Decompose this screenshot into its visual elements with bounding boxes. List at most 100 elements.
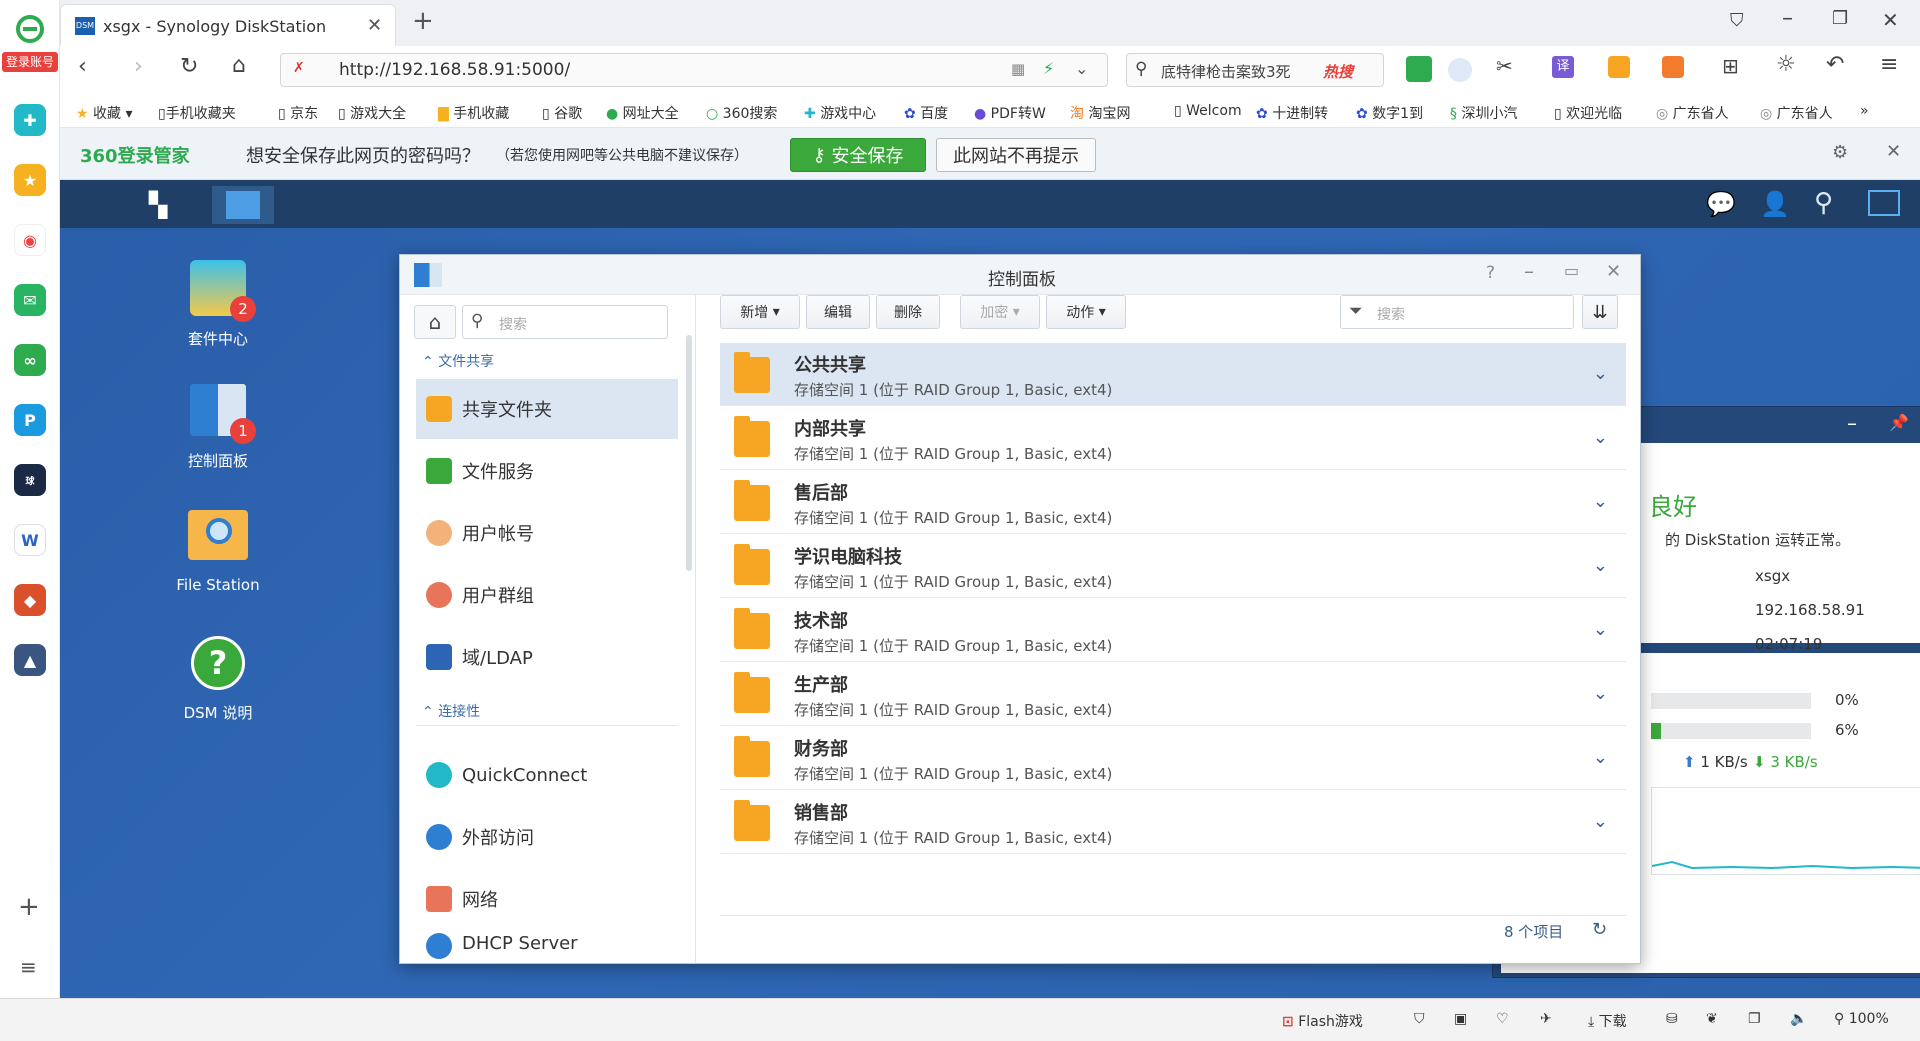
- taskbar-control-panel[interactable]: [212, 186, 274, 224]
- delete-button[interactable]: 删除: [876, 295, 940, 329]
- expand-chevron-icon[interactable]: ⌄: [1593, 683, 1608, 704]
- folder-row[interactable]: 销售部 存储空间 1 (位于 RAID Group 1, Basic, ext4)…: [720, 791, 1626, 854]
- nav-scrollbar[interactable]: [686, 335, 692, 571]
- folder-filter-input[interactable]: ⏷ 搜索: [1340, 295, 1574, 329]
- apps-grid-icon[interactable]: ⊞: [1722, 54, 1739, 78]
- nav-item-dhcp-server[interactable]: DHCP Server: [416, 931, 678, 963]
- heartbeat-icon[interactable]: ♡: [1496, 1011, 1509, 1027]
- menu-list-icon[interactable]: ≡: [20, 955, 37, 979]
- nav-item-group[interactable]: 用户群组: [416, 565, 678, 625]
- leaf-icon[interactable]: ❦: [1706, 1011, 1718, 1027]
- expand-chevron-icon[interactable]: ⌄: [1593, 427, 1608, 448]
- bookmark-item[interactable]: ▯ 欢迎光临: [1554, 103, 1622, 123]
- nav-item-quickconnect[interactable]: QuickConnect: [416, 745, 678, 805]
- zoom-level[interactable]: ⚲ 100%: [1834, 1011, 1889, 1027]
- game-toolbar-icon[interactable]: [1662, 56, 1684, 78]
- home-button[interactable]: ⌂: [414, 305, 456, 339]
- bookmark-item[interactable]: ▇ 手机收藏: [438, 103, 509, 123]
- flash-games-link[interactable]: ⊡ Flash游戏: [1282, 1011, 1363, 1031]
- bookmark-item[interactable]: ▯ 谷歌: [542, 103, 582, 123]
- folder-row[interactable]: 内部共享 存储空间 1 (位于 RAID Group 1, Basic, ext4…: [720, 407, 1626, 470]
- sort-button[interactable]: ⇊: [1582, 295, 1618, 329]
- folder-row[interactable]: 技术部 存储空间 1 (位于 RAID Group 1, Basic, ext4)…: [720, 599, 1626, 662]
- help-icon[interactable]: ?: [1486, 263, 1495, 283]
- nav-item-network[interactable]: 网络: [416, 869, 678, 929]
- bookmark-item[interactable]: ★ 收藏 ▾: [76, 103, 133, 123]
- window-icon[interactable]: ❐: [1748, 1011, 1761, 1027]
- expand-chevron-icon[interactable]: ⌄: [1593, 491, 1608, 512]
- bookmark-item[interactable]: ◎ 广东省人: [1760, 103, 1833, 123]
- tab-close-icon[interactable]: ✕: [367, 15, 382, 36]
- back-icon[interactable]: ‹: [78, 54, 87, 79]
- close-window-icon[interactable]: ✕: [1882, 8, 1899, 32]
- login-logo-icon[interactable]: [6, 14, 54, 44]
- desktop-icon-control-panel[interactable]: 1 控制面板: [148, 384, 288, 471]
- sync-icon[interactable]: ⛁: [1666, 1011, 1678, 1027]
- brightness-icon[interactable]: ☼: [1776, 52, 1796, 77]
- forward-icon[interactable]: ›: [134, 54, 143, 79]
- bookmarks-more[interactable]: »: [1860, 103, 1869, 119]
- mail-icon[interactable]: ✉: [14, 284, 46, 316]
- lightning-icon[interactable]: ⚡: [1043, 59, 1054, 78]
- new-button[interactable]: 新增 ▾: [720, 295, 800, 329]
- close-bar-icon[interactable]: ✕: [1886, 141, 1901, 162]
- nav-item-external-access[interactable]: 外部访问: [416, 807, 678, 867]
- bookmark-item[interactable]: ▯ 京东: [278, 103, 318, 123]
- minimize-icon[interactable]: –: [1782, 6, 1793, 31]
- translate-icon[interactable]: [1448, 58, 1472, 82]
- game2-app-icon[interactable]: ▲: [14, 644, 46, 676]
- main-menu-icon[interactable]: ▚: [116, 186, 200, 224]
- app-link-icon[interactable]: ✚: [14, 104, 46, 136]
- notification-icon[interactable]: 💬: [1706, 190, 1736, 218]
- game-app-icon[interactable]: ◆: [14, 584, 46, 616]
- encrypt-button[interactable]: 加密 ▾: [960, 295, 1040, 329]
- chat-icon[interactable]: ∞: [14, 344, 46, 376]
- widget-minimize-icon[interactable]: –: [1847, 411, 1857, 435]
- download-link[interactable]: ⤓ 下载: [1588, 1011, 1627, 1031]
- nav-item-user[interactable]: 用户帐号: [416, 503, 678, 563]
- shield-app-icon[interactable]: [1608, 56, 1630, 78]
- desktop-icon-dsm-help[interactable]: ? DSM 说明: [148, 636, 288, 723]
- section-header-connectivity[interactable]: ⌃ 连接性: [422, 701, 480, 721]
- search-field[interactable]: ⚲ 底特律枪击案致3死 热搜: [1126, 53, 1384, 87]
- expand-chevron-icon[interactable]: ⌄: [1593, 555, 1608, 576]
- bookmark-item[interactable]: § 深圳小汽: [1450, 103, 1517, 123]
- bookmark-item[interactable]: ▯ Welcom: [1174, 103, 1242, 119]
- nav-search-input[interactable]: ⚲ 搜索: [462, 305, 668, 339]
- shield-status-icon[interactable]: ⛉: [1414, 1011, 1425, 1027]
- search-icon[interactable]: ⚲: [1814, 188, 1833, 218]
- wechat-icon[interactable]: [1406, 56, 1432, 82]
- expand-chevron-icon[interactable]: ⌄: [1593, 747, 1608, 768]
- bookmark-item[interactable]: ◎ 广东省人: [1656, 103, 1729, 123]
- home-icon[interactable]: ⌂: [232, 53, 246, 78]
- settings-gear-icon[interactable]: ⚙: [1832, 142, 1848, 163]
- edit-button[interactable]: 编辑: [806, 295, 870, 329]
- qr-icon[interactable]: ▦: [1011, 60, 1025, 78]
- expand-chevron-icon[interactable]: ⌄: [1593, 811, 1608, 832]
- bookmark-item[interactable]: ○ 360搜索: [706, 103, 777, 123]
- expand-chevron-icon[interactable]: ⌄: [1593, 619, 1608, 640]
- volume-icon[interactable]: 🔈: [1790, 1011, 1807, 1027]
- bookmark-item[interactable]: ▯手机收藏夹: [158, 103, 236, 123]
- word-icon[interactable]: W: [14, 524, 46, 556]
- bookmark-item[interactable]: ▯ 游戏大全: [338, 103, 406, 123]
- nav-item-file-services[interactable]: 文件服务: [416, 441, 678, 501]
- scissors-icon[interactable]: ✂: [1496, 54, 1513, 78]
- bookmark-item[interactable]: ● 网址大全: [606, 103, 679, 123]
- url-field[interactable]: ✗ http://192.168.58.91:5000/ ▦ ⚡ ⌄: [280, 53, 1108, 87]
- action-button[interactable]: 动作 ▾: [1046, 295, 1126, 329]
- restore-icon[interactable]: ❐: [1832, 8, 1848, 29]
- bookmark-item[interactable]: ✿ 数字1到: [1356, 103, 1423, 123]
- desktop-icon-file-station[interactable]: File Station: [148, 510, 288, 594]
- image-icon[interactable]: ▣: [1454, 1011, 1467, 1027]
- login-account-badge[interactable]: 登录账号: [2, 52, 58, 72]
- undo-icon[interactable]: ↶: [1826, 52, 1844, 77]
- folder-row[interactable]: 财务部 存储空间 1 (位于 RAID Group 1, Basic, ext4)…: [720, 727, 1626, 790]
- shirt-icon[interactable]: ⛉: [1730, 10, 1744, 31]
- window-close-icon[interactable]: ✕: [1606, 261, 1621, 282]
- sports-app-icon[interactable]: 球: [14, 464, 46, 496]
- expand-chevron-icon[interactable]: ⌄: [1593, 363, 1608, 384]
- browser-tab[interactable]: DSM xsgx - Synology DiskStation ✕: [60, 4, 396, 46]
- bookmark-item[interactable]: 淘 淘宝网: [1070, 103, 1130, 123]
- section-header-file-sharing[interactable]: ⌃ 文件共享: [422, 351, 494, 371]
